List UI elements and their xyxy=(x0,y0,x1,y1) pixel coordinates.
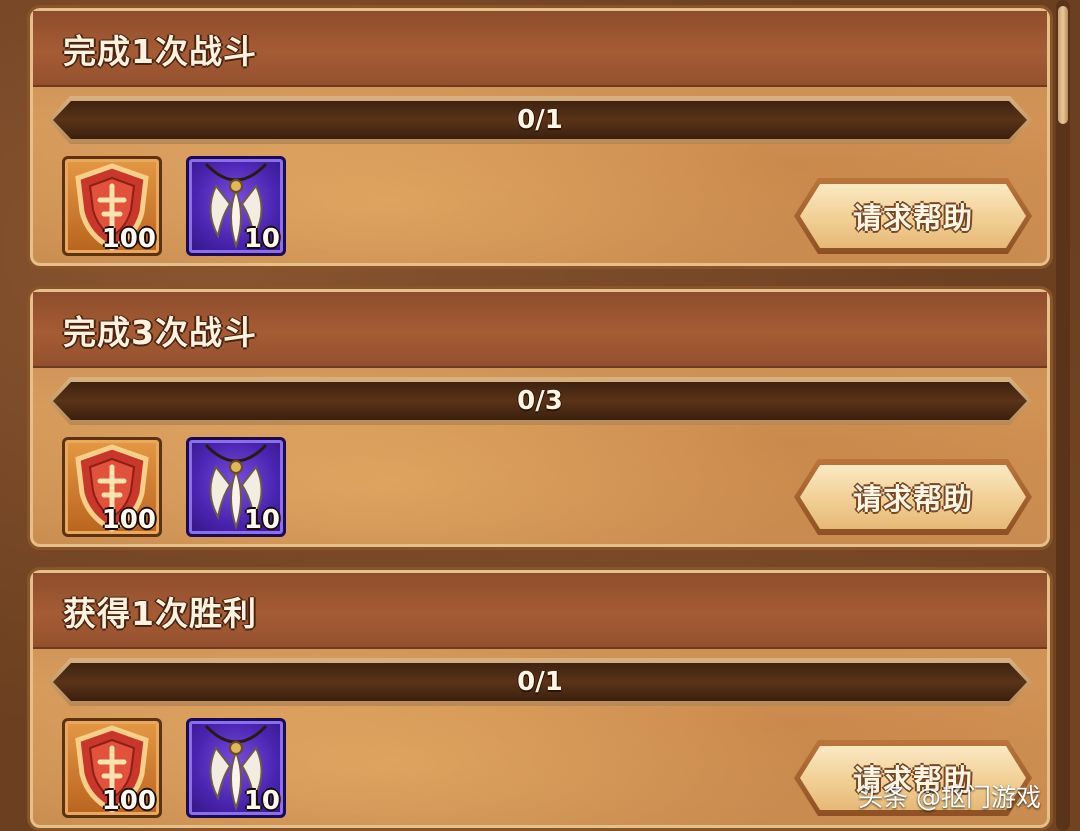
reward-claw-item[interactable]: 10 xyxy=(186,718,286,818)
reward-count: 100 xyxy=(101,505,156,535)
scrollbar-thumb[interactable] xyxy=(1058,6,1068,124)
request-help-button[interactable]: 请求帮助 xyxy=(794,459,1032,535)
reward-shield-item[interactable]: 100 xyxy=(62,156,162,256)
task-title: 完成1次战斗 xyxy=(63,32,257,71)
progress-text: 0/1 xyxy=(517,105,563,135)
progress-bar: 0/1 xyxy=(48,96,1032,144)
reward-count: 100 xyxy=(101,786,156,816)
progress-bar: 0/3 xyxy=(48,377,1032,425)
task-header: 完成3次战斗 xyxy=(33,292,1047,368)
reward-count: 100 xyxy=(101,224,156,254)
progress-text: 0/1 xyxy=(517,667,563,697)
reward-count: 10 xyxy=(243,786,280,816)
task-card: 完成1次战斗 0/1 100 10 请求帮助 xyxy=(30,8,1050,266)
reward-count: 10 xyxy=(243,224,280,254)
scrollbar-track[interactable] xyxy=(1056,0,1070,831)
reward-claw-item[interactable]: 10 xyxy=(186,156,286,256)
task-header: 完成1次战斗 xyxy=(33,11,1047,87)
progress-bar: 0/1 xyxy=(48,658,1032,706)
reward-claw-item[interactable]: 10 xyxy=(186,437,286,537)
request-help-label: 请求帮助 xyxy=(852,201,973,235)
reward-shield-item[interactable]: 100 xyxy=(62,437,162,537)
watermark-text: 头条 @抠门游戏 xyxy=(858,783,1041,812)
task-card: 完成3次战斗 0/3 100 10 请求帮助 xyxy=(30,289,1050,547)
progress-track: 0/1 xyxy=(53,663,1027,701)
task-title: 获得1次胜利 xyxy=(63,594,257,633)
progress-track: 0/1 xyxy=(53,101,1027,139)
task-title: 完成3次战斗 xyxy=(63,313,257,352)
reward-count: 10 xyxy=(243,505,280,535)
request-help-button[interactable]: 请求帮助 xyxy=(794,178,1032,254)
task-header: 获得1次胜利 xyxy=(33,573,1047,649)
progress-text: 0/3 xyxy=(517,386,563,416)
reward-shield-item[interactable]: 100 xyxy=(62,718,162,818)
progress-track: 0/3 xyxy=(53,382,1027,420)
request-help-label: 请求帮助 xyxy=(852,482,973,516)
